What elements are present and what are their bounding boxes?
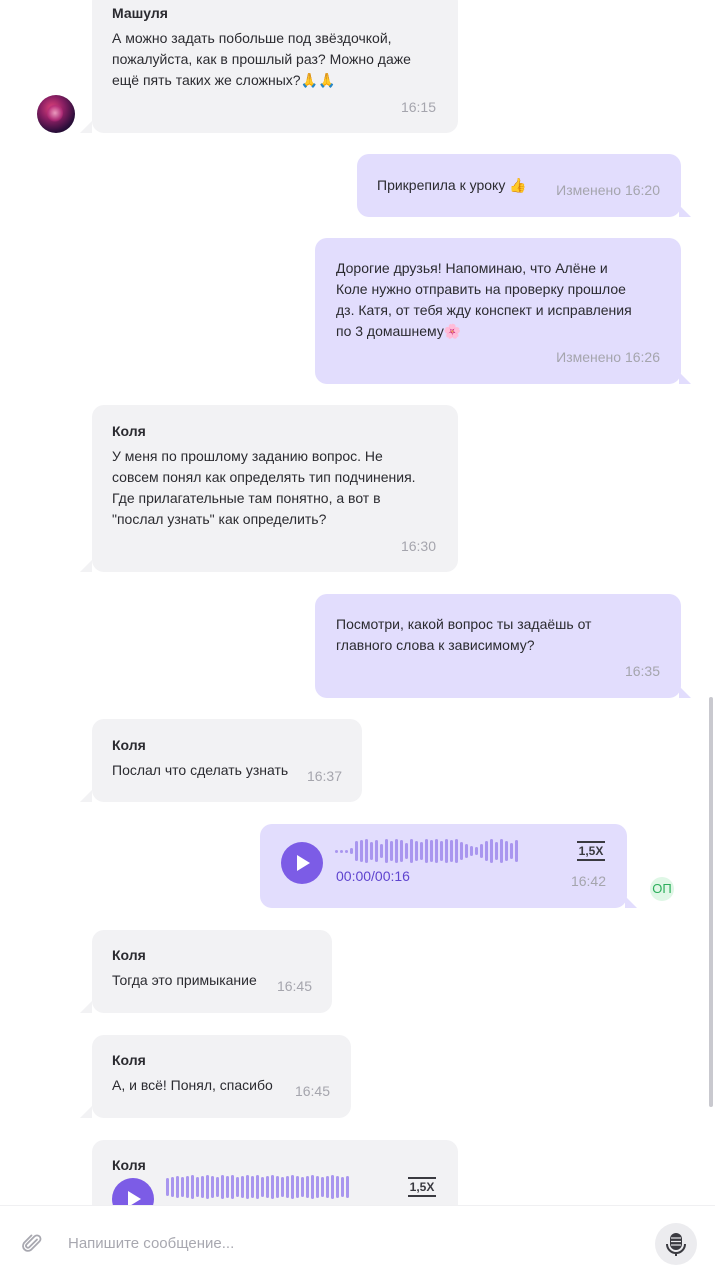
message-input[interactable]: [58, 1224, 638, 1262]
message-text: Тогда это примыкание: [112, 972, 257, 988]
message-author: Коля: [112, 737, 146, 753]
message-author: Машуля: [112, 5, 168, 21]
chat-feed[interactable]: Машуля А можно задать побольше под звёзд…: [0, 0, 715, 1205]
message-text: А, и всё! Понял, спасибо: [112, 1077, 273, 1093]
bubble-tail: [80, 790, 92, 802]
message-text: Дорогие друзья! Напоминаю, что Алёне и К…: [336, 260, 632, 339]
bubble-tail: [80, 1106, 92, 1118]
playback-speed-button[interactable]: 1,5X: [577, 841, 605, 861]
message-time: 16:15: [400, 99, 436, 115]
scrollbar[interactable]: [709, 697, 713, 1107]
paperclip-icon[interactable]: [20, 1232, 44, 1256]
message-time: 16:30: [400, 538, 436, 554]
bubble-tail: [679, 686, 691, 698]
voice-record-button[interactable]: [655, 1223, 697, 1265]
message-author: Коля: [112, 1157, 146, 1173]
message-time: 16:45: [294, 1083, 330, 1099]
microphone-icon: [666, 1233, 686, 1256]
bubble-tail: [679, 205, 691, 217]
message-text: А можно задать побольше под звёздочкой, …: [112, 30, 411, 88]
bubble-tail: [625, 896, 637, 908]
message-text: Прикрепила к уроку 👍: [377, 177, 527, 193]
play-icon[interactable]: [281, 842, 323, 884]
bubble-tail: [80, 1001, 92, 1013]
message-time: Изменено 16:26: [556, 349, 660, 365]
message-time: 16:37: [306, 768, 342, 784]
bubble-tail: [80, 560, 92, 572]
message-time: 16:45: [276, 978, 312, 994]
voice-waveform[interactable]: [166, 1174, 349, 1200]
message-time: 16:35: [624, 663, 660, 679]
message-text: Послал что сделать узнать: [112, 762, 289, 778]
message-author: Коля: [112, 947, 146, 963]
voice-duration: 00:00/00:16: [336, 868, 410, 884]
message-time: 16:42: [570, 873, 606, 889]
voice-waveform[interactable]: [335, 838, 518, 864]
playback-speed-button[interactable]: 1,5X: [408, 1177, 436, 1197]
message-time: Изменено 16:20: [556, 182, 660, 198]
bubble-tail: [679, 372, 691, 384]
message-author: Коля: [112, 423, 146, 439]
message-text: Посмотри, какой вопрос ты задаёшь от гла…: [336, 616, 592, 653]
avatar[interactable]: [37, 95, 75, 133]
bubble-tail: [80, 121, 92, 133]
message-author: Коля: [112, 1052, 146, 1068]
message-text: У меня по прошлому заданию вопрос. Не со…: [112, 448, 416, 527]
sender-badge: ОП: [650, 877, 674, 901]
